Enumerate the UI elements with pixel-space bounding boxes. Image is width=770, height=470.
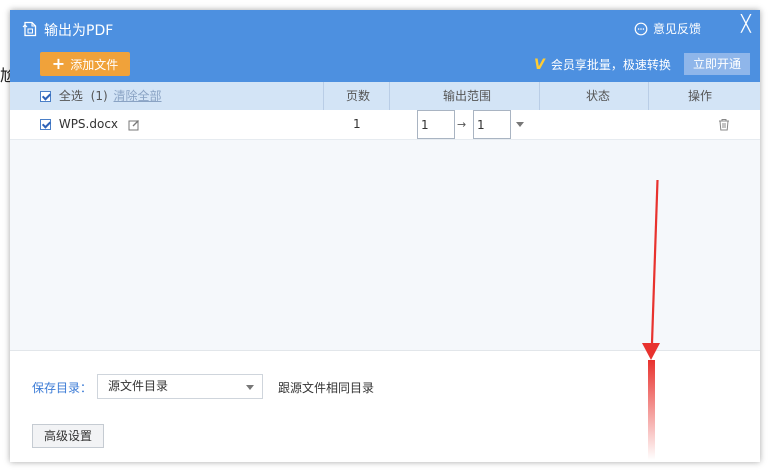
chevron-down-icon bbox=[246, 385, 254, 390]
header-status: 状态 bbox=[586, 89, 611, 103]
header-pages: 页数 bbox=[346, 89, 371, 103]
select-all-checkbox[interactable] bbox=[40, 91, 51, 102]
vip-promo-text: 会员享批量，极速转换 bbox=[550, 58, 671, 72]
file-table-header: 全选 (1) 清除全部 页数 输出范围 状态 操作 bbox=[10, 82, 760, 110]
feedback-link[interactable]: 意见反馈 bbox=[634, 20, 701, 37]
add-file-button[interactable]: + 添加文件 bbox=[40, 52, 130, 76]
advanced-settings-button[interactable]: 高级设置 bbox=[32, 424, 104, 448]
file-name-cell: WPS.docx bbox=[40, 110, 140, 139]
add-file-label: 添加文件 bbox=[70, 57, 119, 72]
header-actions: 操作 bbox=[688, 89, 713, 103]
dialog-titlebar: 输出为PDF 意见反馈 ╳ + 添加文件 V 会员享批量，极速转换 立即开通 bbox=[10, 10, 760, 82]
save-directory-label: 保存目录： bbox=[32, 381, 93, 395]
select-all-label: 全选 bbox=[58, 89, 83, 103]
file-name: WPS.docx bbox=[58, 117, 119, 131]
clear-all-link[interactable]: 清除全部 bbox=[114, 89, 162, 103]
range-arrow: → bbox=[457, 118, 467, 131]
trash-icon[interactable] bbox=[718, 118, 730, 131]
save-directory-value: 源文件目录 bbox=[108, 379, 169, 393]
row-checkbox[interactable] bbox=[40, 119, 51, 130]
edit-icon[interactable] bbox=[128, 119, 140, 131]
range-from-input[interactable]: 1 bbox=[417, 110, 455, 139]
vip-promo: V 会员享批量，极速转换 bbox=[534, 56, 671, 73]
header-range: 输出范围 bbox=[443, 89, 492, 103]
red-annotation-arrow-icon bbox=[642, 179, 660, 460]
column-divider bbox=[389, 82, 390, 110]
select-all-count: (1) bbox=[90, 89, 108, 103]
chat-bubble-icon bbox=[634, 22, 648, 35]
select-all-cell: 全选 (1) 清除全部 bbox=[40, 82, 162, 110]
dialog-title: 输出为PDF bbox=[44, 23, 114, 39]
save-directory-select[interactable]: 源文件目录 bbox=[97, 374, 263, 399]
range-to-input[interactable]: 1 bbox=[473, 110, 511, 139]
vip-crown-icon: V bbox=[534, 56, 545, 73]
page-count: 1 bbox=[353, 117, 361, 131]
open-now-button[interactable]: 立即开通 bbox=[684, 53, 750, 75]
plus-icon: + bbox=[51, 54, 66, 73]
column-divider bbox=[323, 82, 324, 110]
pdf-export-icon bbox=[22, 21, 37, 37]
table-row: WPS.docx 1 1 → 1 bbox=[10, 110, 760, 140]
save-directory-hint: 跟源文件相同目录 bbox=[278, 381, 375, 395]
column-divider bbox=[539, 82, 540, 110]
close-icon[interactable]: ╳ bbox=[737, 15, 755, 33]
column-divider bbox=[648, 82, 649, 110]
feedback-label: 意见反馈 bbox=[653, 22, 702, 36]
range-dropdown-icon[interactable] bbox=[516, 122, 524, 127]
